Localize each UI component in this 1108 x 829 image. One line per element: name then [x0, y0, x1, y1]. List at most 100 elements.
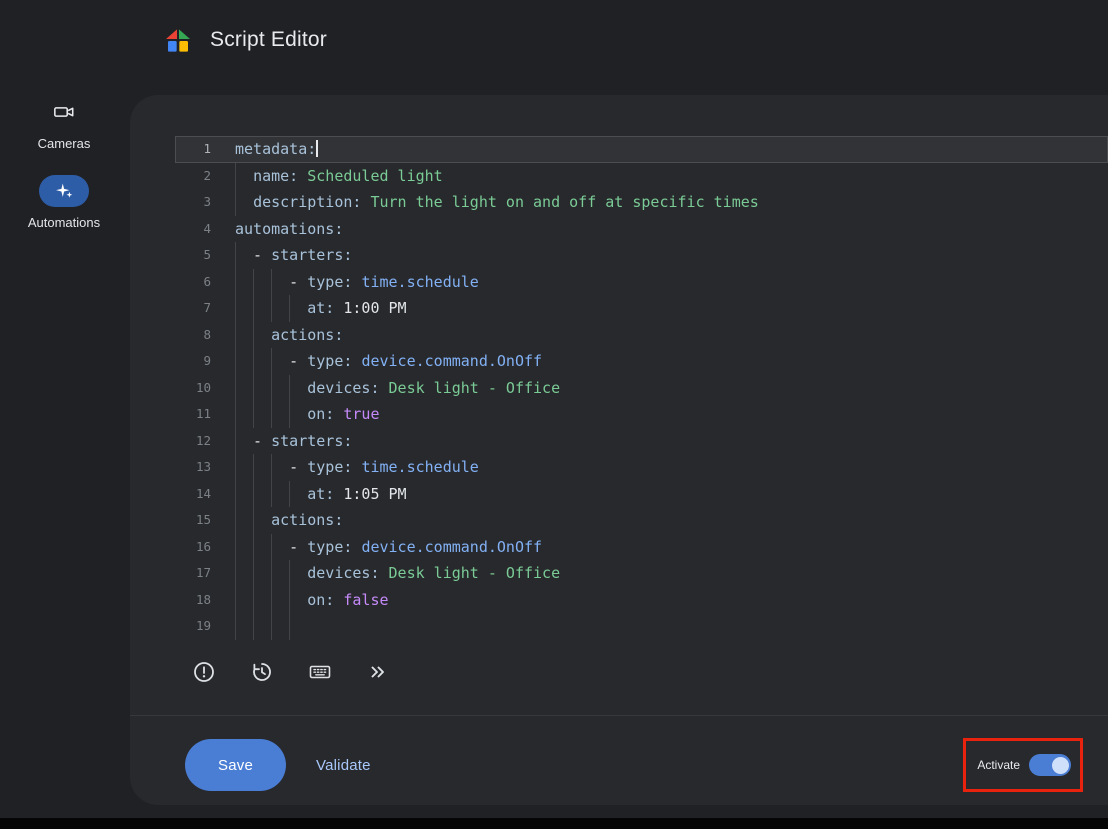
line-number: 10 — [175, 375, 219, 402]
indent-guide — [235, 587, 236, 614]
code-line-text: - starters: — [235, 242, 1108, 269]
indent-guide — [271, 481, 272, 508]
toggle-knob — [1052, 757, 1069, 774]
line-number: 16 — [175, 534, 219, 561]
code-line[interactable]: 6 - type: time.schedule — [175, 269, 1108, 296]
code-line-text: at: 1:05 PM — [235, 481, 1108, 508]
line-number: 1 — [175, 136, 219, 163]
line-number: 15 — [175, 507, 219, 534]
code-line-text: - type: device.command.OnOff — [235, 534, 1108, 561]
line-number: 11 — [175, 401, 219, 428]
code-line[interactable]: 13 - type: time.schedule — [175, 454, 1108, 481]
action-bar: Save Validate Activate — [185, 738, 1083, 792]
line-number: 18 — [175, 587, 219, 614]
line-number: 13 — [175, 454, 219, 481]
code-editor[interactable]: 1metadata:2 name: Scheduled light3 descr… — [175, 136, 1108, 640]
indent-guide — [235, 295, 236, 322]
indent-guide — [253, 295, 254, 322]
code-line[interactable]: 16 - type: device.command.OnOff — [175, 534, 1108, 561]
page-title: Script Editor — [210, 28, 327, 52]
code-line[interactable]: 15 actions: — [175, 507, 1108, 534]
sidebar-item-automations[interactable]: Automations — [0, 175, 128, 230]
indent-guide — [235, 375, 236, 402]
code-line[interactable]: 10 devices: Desk light - Office — [175, 375, 1108, 402]
editor-panel: 1metadata:2 name: Scheduled light3 descr… — [130, 95, 1108, 805]
indent-guide — [271, 587, 272, 614]
videocam-icon — [39, 96, 89, 128]
history-icon[interactable] — [250, 660, 274, 684]
sidebar-item-cameras[interactable]: Cameras — [0, 96, 128, 151]
code-line[interactable]: 7 at: 1:00 PM — [175, 295, 1108, 322]
indent-guide — [235, 189, 236, 216]
code-line[interactable]: 9 - type: device.command.OnOff — [175, 348, 1108, 375]
code-line[interactable]: 14 at: 1:05 PM — [175, 481, 1108, 508]
indent-guide — [271, 613, 272, 640]
save-button[interactable]: Save — [185, 739, 286, 791]
code-line[interactable]: 5 - starters: — [175, 242, 1108, 269]
indent-guide — [235, 428, 236, 455]
code-line[interactable]: 3 description: Turn the light on and off… — [175, 189, 1108, 216]
indent-guide — [271, 401, 272, 428]
code-line-text: name: Scheduled light — [235, 163, 1108, 190]
line-number: 5 — [175, 242, 219, 269]
code-line[interactable]: 12 - starters: — [175, 428, 1108, 455]
code-line[interactable]: 4automations: — [175, 216, 1108, 243]
code-line[interactable]: 17 devices: Desk light - Office — [175, 560, 1108, 587]
code-line-text: metadata: — [235, 136, 1108, 163]
line-number: 9 — [175, 348, 219, 375]
indent-guide — [253, 481, 254, 508]
divider — [130, 715, 1108, 716]
sidebar-item-label: Automations — [28, 215, 100, 230]
indent-guide — [253, 269, 254, 296]
code-line[interactable]: 8 actions: — [175, 322, 1108, 349]
indent-guide — [235, 269, 236, 296]
indent-guide — [253, 613, 254, 640]
sidebar: Cameras Automations — [0, 88, 128, 254]
code-line-text: at: 1:00 PM — [235, 295, 1108, 322]
code-line-text: - type: time.schedule — [235, 269, 1108, 296]
code-line[interactable]: 2 name: Scheduled light — [175, 163, 1108, 190]
code-line-text — [235, 613, 1108, 640]
script-editor-window: Script Editor Cameras Automations 1 metada… — [0, 0, 1108, 829]
line-number: 2 — [175, 163, 219, 190]
indent-guide — [235, 481, 236, 508]
indent-guide — [253, 401, 254, 428]
indent-guide — [289, 375, 290, 402]
activate-toggle[interactable] — [1029, 754, 1071, 776]
line-number: 14 — [175, 481, 219, 508]
activate-label: Activate — [977, 758, 1020, 772]
line-number: 8 — [175, 322, 219, 349]
code-line[interactable]: 11 on: true — [175, 401, 1108, 428]
indent-guide — [253, 348, 254, 375]
annotation-activate-highlight: Activate — [963, 738, 1083, 792]
expand-icon[interactable] — [366, 660, 390, 684]
code-line-text: actions: — [235, 507, 1108, 534]
code-line-text: description: Turn the light on and off a… — [235, 189, 1108, 216]
indent-guide — [271, 454, 272, 481]
validate-button[interactable]: Validate — [316, 757, 371, 774]
editor-toolbar — [192, 652, 390, 692]
line-number: 7 — [175, 295, 219, 322]
code-line[interactable]: 18 on: false — [175, 587, 1108, 614]
line-number: 17 — [175, 560, 219, 587]
code-line-text: on: false — [235, 587, 1108, 614]
code-line[interactable]: 1 metadata: — [175, 136, 1108, 163]
google-home-logo — [162, 25, 194, 57]
indent-guide — [271, 375, 272, 402]
indent-guide — [289, 613, 290, 640]
indent-guide — [289, 560, 290, 587]
indent-guide — [235, 322, 236, 349]
indent-guide — [235, 348, 236, 375]
line-number: 6 — [175, 269, 219, 296]
indent-guide — [253, 322, 254, 349]
problems-icon[interactable] — [192, 660, 216, 684]
indent-guide — [271, 534, 272, 561]
indent-guide — [235, 534, 236, 561]
code-line-text: - type: device.command.OnOff — [235, 348, 1108, 375]
keyboard-icon[interactable] — [308, 660, 332, 684]
indent-guide — [235, 242, 236, 269]
code-line[interactable]: 19 — [175, 613, 1108, 640]
code-line-text: - type: time.schedule — [235, 454, 1108, 481]
indent-guide — [289, 295, 290, 322]
indent-guide — [253, 587, 254, 614]
